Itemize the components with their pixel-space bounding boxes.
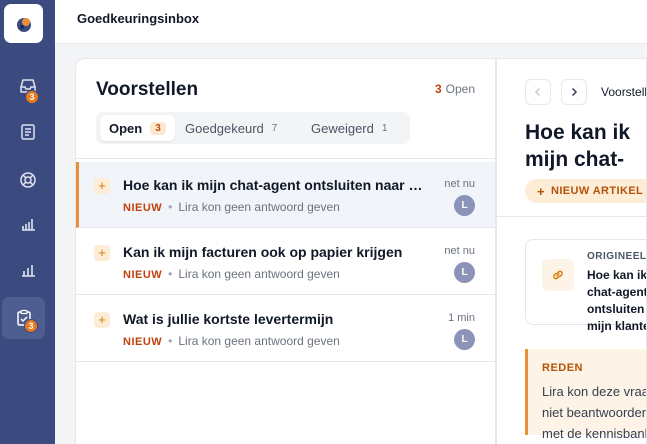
page-title: Goedkeuringsinbox [77, 11, 200, 26]
open-count: 3 Open [435, 82, 475, 96]
reason-text: Lira kon deze vraag niet beantwoorden me… [542, 384, 647, 441]
divider [76, 158, 495, 159]
breadcrumb[interactable]: Voorstellen [601, 85, 646, 99]
sidebar-item-reports[interactable] [0, 250, 55, 290]
chevron-left-icon [534, 87, 541, 97]
sidebar-item-support[interactable] [0, 160, 55, 200]
sidebar-badge: 3 [24, 319, 38, 333]
proposals-panel: Voorstellen 3 Open Open 3 Goedgekeurd 7 G… [75, 58, 496, 444]
lifebuoy-icon [19, 172, 36, 188]
next-button[interactable] [561, 79, 587, 105]
status-badge: NIEUW [123, 202, 163, 214]
item-title: Hoe kan ik mijn chat-agent ontsluiten na… [123, 177, 428, 193]
logo-icon [16, 17, 31, 32]
sidebar-item-analytics[interactable] [0, 204, 55, 244]
separator-dot: • [168, 267, 173, 281]
item-title: Kan ik mijn facturen ook op papier krijg… [123, 244, 403, 260]
avatar: L [454, 262, 475, 283]
tab-rejected[interactable]: Geweigerd 1 [302, 115, 396, 141]
plus-icon: + [94, 178, 110, 194]
tab-open[interactable]: Open 3 [100, 115, 175, 141]
detail-panel: Voorstellen Hoe kan ik mijn chat-agent o… [496, 58, 647, 444]
previous-button[interactable] [525, 79, 551, 105]
tab-label: Geweigerd [311, 120, 374, 136]
item-meta: NIEUW • Lira kon geen antwoord geven [123, 334, 340, 348]
original-text: Hoe kan ik mijn chat-agent ontsluiten na… [587, 268, 647, 333]
plus-icon: + [94, 312, 110, 328]
avatar: L [454, 195, 475, 216]
item-time: net nu [444, 245, 475, 257]
list-item[interactable]: + Hoe kan ik mijn chat-agent ontsluiten … [76, 162, 495, 228]
sidebar-item-knowledge[interactable] [0, 112, 55, 152]
reason-box: REDEN Lira kon deze vraag niet beantwoor… [525, 349, 646, 441]
item-description: Lira kon geen antwoord geven [178, 334, 340, 348]
separator-dot: • [168, 200, 173, 214]
item-time: net nu [444, 178, 475, 190]
proposals-title: Voorstellen [96, 79, 199, 100]
status-badge: NIEUW [123, 336, 163, 348]
link-icon [542, 259, 574, 291]
sidebar: 3 3 [0, 0, 55, 444]
app-logo[interactable] [4, 4, 43, 43]
tab-approved[interactable]: Goedgekeurd 7 [176, 115, 286, 141]
separator-dot: • [168, 334, 173, 348]
divider [497, 216, 646, 217]
avatar: L [454, 329, 475, 350]
item-description: Lira kon geen antwoord geven [178, 200, 340, 214]
item-title: Wat is jullie kortste levertermijn [123, 311, 334, 327]
item-meta: NIEUW • Lira kon geen antwoord geven [123, 267, 340, 281]
original-label: ORIGINEEL [587, 251, 647, 262]
reason-label: REDEN [542, 362, 584, 374]
tab-count: 1 [381, 122, 388, 134]
open-count-label: Open [445, 82, 475, 96]
plus-icon: + [537, 183, 545, 199]
tab-label: Open [109, 120, 143, 136]
status-tabs: Open 3 Goedgekeurd 7 Geweigerd 1 [96, 112, 410, 144]
original-question-card: ORIGINEEL Hoe kan ik mijn chat-agent ont… [525, 239, 647, 333]
new-article-badge: + NIEUW ARTIKEL [525, 179, 646, 203]
top-bar: Goedkeuringsinbox [55, 0, 647, 44]
notebook-icon [20, 124, 35, 140]
badge-label: NIEUW ARTIKEL [551, 185, 644, 197]
status-badge: NIEUW [123, 269, 163, 281]
item-time: 1 min [448, 312, 475, 324]
item-meta: NIEUW • Lira kon geen antwoord geven [123, 200, 340, 214]
list-item[interactable]: + Wat is jullie kortste levertermijn NIE… [76, 296, 495, 362]
detail-title: Hoe kan ik mijn chat-agent ontsluiten na… [525, 121, 631, 171]
sidebar-item-approvals[interactable]: 3 [2, 297, 45, 339]
tab-count: 7 [271, 122, 278, 134]
plus-icon: + [94, 245, 110, 261]
chevron-right-icon [571, 87, 578, 97]
sidebar-item-inbox[interactable]: 3 [0, 66, 55, 106]
item-description: Lira kon geen antwoord geven [178, 267, 340, 281]
bar-chart-icon [21, 265, 35, 277]
tab-label: Goedgekeurd [185, 120, 264, 136]
list-item[interactable]: + Kan ik mijn facturen ook op papier kri… [76, 229, 495, 295]
tab-count: 3 [150, 121, 166, 135]
open-count-number: 3 [434, 82, 442, 96]
sidebar-badge: 3 [25, 90, 39, 104]
bar-chart-icon [21, 219, 35, 231]
